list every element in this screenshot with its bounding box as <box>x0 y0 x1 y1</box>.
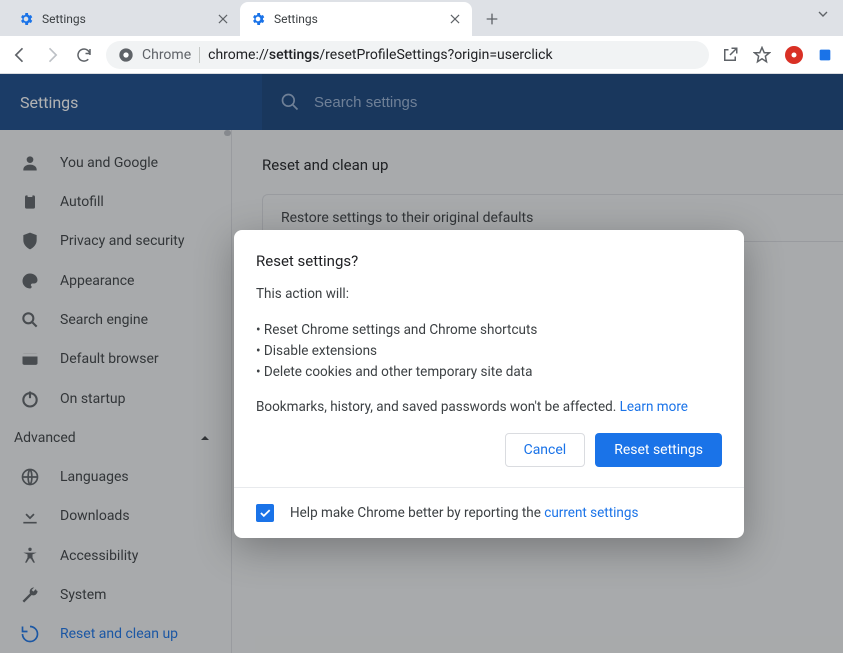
url-text: chrome://settings/resetProfileSettings?o… <box>208 47 552 63</box>
bullet-item: Reset Chrome settings and Chrome shortcu… <box>256 320 722 341</box>
current-settings-link[interactable]: current settings <box>544 505 638 521</box>
bullet-item: Disable extensions <box>256 341 722 362</box>
dialog-note: Bookmarks, history, and saved passwords … <box>256 399 722 415</box>
omnibox[interactable]: Chrome chrome://settings/resetProfileSet… <box>106 41 709 69</box>
new-tab-button[interactable] <box>478 5 506 33</box>
reset-settings-dialog: Reset settings? This action will: Reset … <box>234 230 744 538</box>
extension2-icon[interactable] <box>817 47 833 63</box>
tab-settings-2[interactable]: Settings <box>240 2 472 36</box>
tab-strip: Settings Settings <box>0 0 843 36</box>
reload-button[interactable] <box>74 45 94 65</box>
separator <box>199 47 200 63</box>
window-menu-icon[interactable] <box>815 6 831 22</box>
tab-settings-1[interactable]: Settings <box>8 2 240 36</box>
dialog-bullets: Reset Chrome settings and Chrome shortcu… <box>256 320 722 383</box>
scheme-label: Chrome <box>142 47 191 63</box>
gear-icon <box>18 11 34 27</box>
dialog-intro: This action will: <box>256 284 722 304</box>
extension-icon[interactable] <box>785 46 803 64</box>
report-checkbox[interactable] <box>256 504 274 522</box>
forward-button[interactable] <box>42 45 62 65</box>
bookmark-star-icon[interactable] <box>753 46 771 64</box>
tab-label: Settings <box>42 12 208 26</box>
learn-more-link[interactable]: Learn more <box>620 399 688 415</box>
chrome-logo-icon <box>118 47 134 63</box>
reset-settings-button[interactable]: Reset settings <box>595 433 722 467</box>
address-bar: Chrome chrome://settings/resetProfileSet… <box>0 36 843 74</box>
share-icon[interactable] <box>721 46 739 64</box>
gear-icon <box>250 11 266 27</box>
cancel-button[interactable]: Cancel <box>505 433 586 467</box>
tab-label: Settings <box>274 12 440 26</box>
bullet-item: Delete cookies and other temporary site … <box>256 362 722 383</box>
footer-text: Help make Chrome better by reporting the… <box>290 505 638 521</box>
dialog-title: Reset settings? <box>256 252 722 270</box>
back-button[interactable] <box>10 45 30 65</box>
close-icon[interactable] <box>448 12 462 26</box>
close-icon[interactable] <box>216 12 230 26</box>
